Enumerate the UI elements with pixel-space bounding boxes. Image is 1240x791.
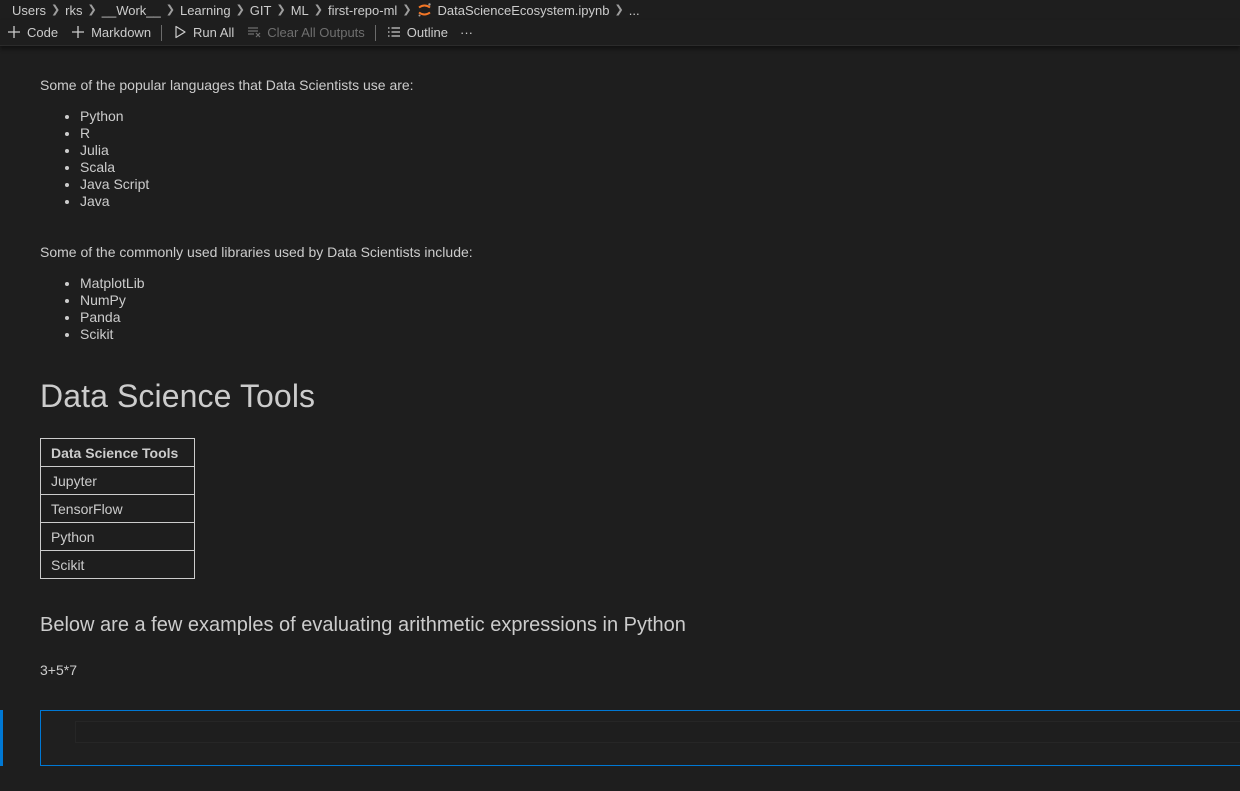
language-item: R	[80, 125, 149, 142]
clear-all-outputs-label: Clear All Outputs	[267, 25, 365, 40]
table-row: Jupyter	[40, 466, 195, 495]
languages-intro: Some of the popular languages that Data …	[40, 77, 414, 93]
add-code-cell-button[interactable]: Code	[0, 22, 64, 44]
chevron-right-icon: ❯	[87, 3, 97, 16]
libraries-list: MatplotLib NumPy Panda Scikit	[62, 275, 145, 343]
table-header-cell: Data Science Tools	[40, 438, 195, 467]
chevron-right-icon: ❯	[614, 3, 624, 16]
clear-outputs-icon	[246, 25, 262, 41]
breadcrumb-more[interactable]: ...	[629, 3, 640, 18]
table-cell: Scikit	[40, 550, 195, 579]
languages-list: Python R Julia Scala Java Script Java	[62, 108, 149, 210]
add-markdown-cell-button[interactable]: Markdown	[64, 22, 157, 44]
plus-icon	[70, 25, 86, 41]
code-cell[interactable]	[40, 710, 1240, 766]
language-item: Java	[80, 193, 149, 210]
language-item: Java Script	[80, 176, 149, 193]
chevron-right-icon: ❯	[235, 3, 245, 16]
breadcrumb: Users ❯ rks ❯ __Work__ ❯ Learning ❯ GIT …	[0, 0, 1240, 20]
table-cell: TensorFlow	[40, 494, 195, 523]
plus-icon	[6, 25, 22, 41]
breadcrumb-item-work[interactable]: __Work__	[102, 3, 161, 18]
library-item: Scikit	[80, 326, 145, 343]
chevron-right-icon: ❯	[165, 3, 175, 16]
notebook-toolbar: Code Markdown Run All Clear All Outputs …	[0, 20, 1240, 46]
arithmetic-heading: Below are a few examples of evaluating a…	[40, 614, 686, 636]
tools-table: Data Science Tools Jupyter TensorFlow Py…	[40, 438, 195, 579]
breadcrumb-item-users[interactable]: Users	[12, 3, 46, 18]
list-icon	[386, 25, 402, 41]
add-markdown-label: Markdown	[91, 25, 152, 40]
more-actions-button[interactable]: ···	[454, 22, 479, 44]
table-header-row: Data Science Tools	[40, 438, 195, 467]
jupyter-notebook-icon	[417, 3, 432, 17]
notebook-editor: Some of the popular languages that Data …	[0, 47, 1240, 791]
language-item: Julia	[80, 142, 149, 159]
library-item: MatplotLib	[80, 275, 145, 292]
breadcrumb-item-rks[interactable]: rks	[65, 3, 82, 18]
expression-text: 3+5*7	[40, 662, 77, 678]
play-outline-icon	[172, 25, 188, 41]
table-row: Python	[40, 522, 195, 551]
libraries-intro: Some of the commonly used libraries used…	[40, 244, 473, 260]
tools-heading: Data Science Tools	[40, 378, 316, 414]
breadcrumb-item-ml[interactable]: ML	[291, 3, 309, 18]
add-code-label: Code	[27, 25, 59, 40]
breadcrumb-item-learning[interactable]: Learning	[180, 3, 231, 18]
active-cell-indicator	[0, 710, 3, 766]
breadcrumb-item-first-repo-ml[interactable]: first-repo-ml	[328, 3, 397, 18]
chevron-right-icon: ❯	[313, 3, 323, 16]
table-cell: Python	[40, 522, 195, 551]
language-item: Python	[80, 108, 149, 125]
language-item: Scala	[80, 159, 149, 176]
breadcrumb-item-git[interactable]: GIT	[250, 3, 272, 18]
breadcrumb-item-file[interactable]: DataScienceEcosystem.ipynb	[438, 3, 610, 18]
table-cell: Jupyter	[40, 466, 195, 495]
toolbar-divider	[374, 24, 376, 41]
library-item: Panda	[80, 309, 145, 326]
table-row: Scikit	[40, 550, 195, 579]
clear-all-outputs-button[interactable]: Clear All Outputs	[240, 22, 371, 44]
chevron-right-icon: ❯	[402, 3, 412, 16]
run-all-label: Run All	[193, 25, 235, 40]
ellipsis-icon: ···	[460, 25, 473, 40]
toolbar-divider	[161, 24, 163, 41]
run-all-button[interactable]: Run All	[166, 22, 240, 44]
chevron-right-icon: ❯	[50, 3, 61, 16]
table-row: TensorFlow	[40, 494, 195, 523]
outline-label: Outline	[406, 25, 448, 40]
code-editor-input[interactable]	[75, 721, 1240, 743]
library-item: NumPy	[80, 292, 145, 309]
outline-button[interactable]: Outline	[380, 22, 454, 44]
chevron-right-icon: ❯	[276, 3, 286, 16]
